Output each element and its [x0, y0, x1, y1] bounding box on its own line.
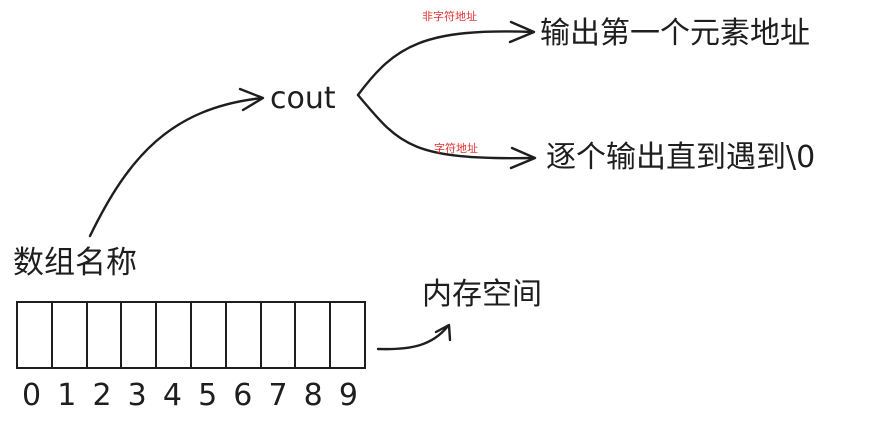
arrow-array-to-cout: [88, 96, 264, 238]
memory-cell: [192, 303, 227, 367]
memory-space-label: 内存空间: [422, 277, 542, 312]
output-until-null-node: 逐个输出直到遇到\0: [546, 140, 816, 175]
memory-array: [16, 301, 366, 369]
memory-cell: [88, 303, 123, 367]
memory-index: 9: [338, 378, 358, 413]
memory-index: 4: [162, 378, 182, 413]
memory-index: 6: [233, 378, 253, 413]
memory-cell: [262, 303, 297, 367]
memory-index: 8: [303, 378, 323, 413]
memory-cell: [296, 303, 332, 367]
cout-node: cout: [270, 81, 336, 116]
memory-cell: [227, 303, 262, 367]
memory-indices: 0 1 2 3 4 5 6 7 8 9: [14, 381, 366, 411]
memory-index: 7: [268, 378, 288, 413]
arrow-cout-to-first-address: [356, 30, 535, 97]
edge-label-non-char-address: 非字符地址: [422, 10, 477, 23]
memory-index: 3: [127, 378, 147, 413]
memory-cell: [18, 303, 53, 367]
array-name-label: 数组名称: [13, 245, 137, 281]
output-first-address-node: 输出第一个元素地址: [540, 16, 810, 51]
memory-cell: [331, 303, 364, 367]
memory-index: 1: [57, 378, 77, 413]
memory-index: 0: [22, 378, 42, 413]
memory-cell: [157, 303, 192, 367]
edge-label-char-address: 字符地址: [434, 142, 478, 155]
arrow-memory-to-space: [376, 324, 450, 351]
memory-index: 5: [198, 378, 218, 413]
connector-arrows: [88, 20, 537, 351]
memory-index: 2: [92, 378, 112, 413]
memory-cell: [53, 303, 88, 367]
memory-cell: [122, 303, 158, 367]
